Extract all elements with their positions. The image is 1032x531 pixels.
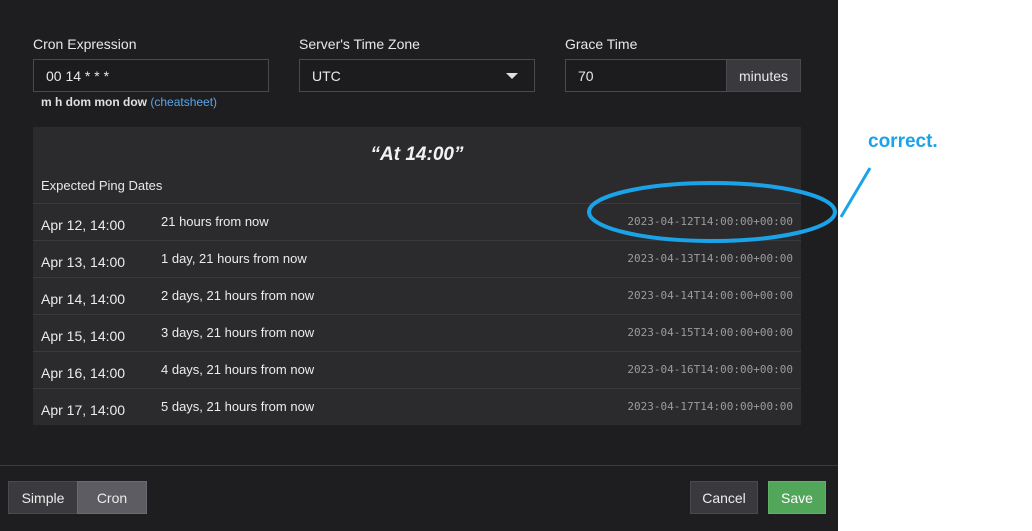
annotation-pointer-line bbox=[839, 167, 872, 218]
annotation-overlay bbox=[587, 167, 872, 243]
annotation-label: correct. bbox=[868, 131, 938, 152]
highlight-ellipse bbox=[587, 181, 837, 243]
